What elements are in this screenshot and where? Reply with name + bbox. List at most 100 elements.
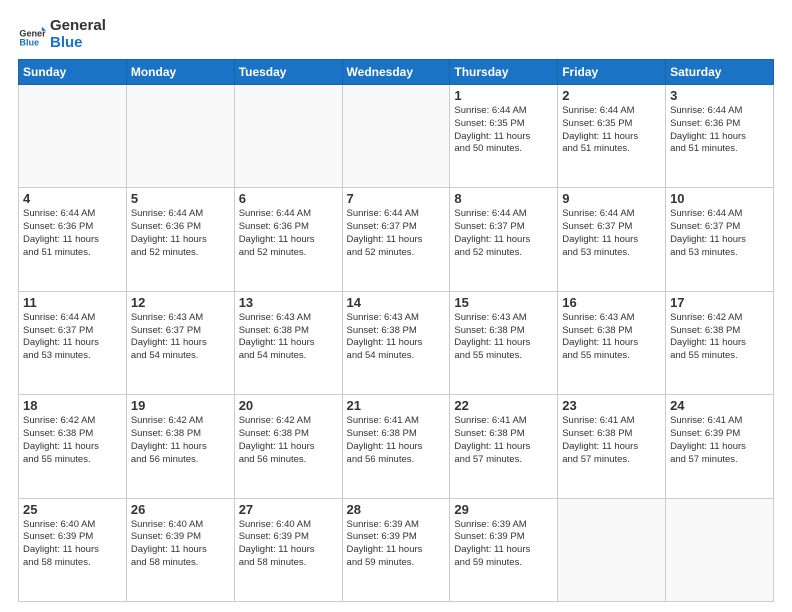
calendar-cell: 3 Sunrise: 6:44 AM Sunset: 6:36 PM Daylig… [666, 85, 774, 188]
calendar-cell: 7 Sunrise: 6:44 AM Sunset: 6:37 PM Daylig… [342, 188, 450, 291]
day-info: Sunrise: 6:44 AM Sunset: 6:37 PM Dayligh… [23, 312, 122, 363]
day-number: 5 [131, 191, 230, 206]
calendar-cell: 28 Sunrise: 6:39 AM Sunset: 6:39 PM Dayli… [342, 498, 450, 601]
day-info: Sunrise: 6:44 AM Sunset: 6:37 PM Dayligh… [454, 208, 553, 259]
day-number: 4 [23, 191, 122, 206]
day-number: 10 [670, 191, 769, 206]
day-number: 14 [347, 295, 446, 310]
day-number: 23 [562, 398, 661, 413]
logo-icon: General Blue [18, 21, 46, 49]
calendar-cell: 13Sunrise: 6:43 AM Sunset: 6:38 PM Dayli… [234, 291, 342, 394]
weekday-header-thursday: Thursday [450, 60, 558, 85]
header: General Blue General Blue [18, 18, 774, 51]
day-info: Sunrise: 6:42 AM Sunset: 6:38 PM Dayligh… [131, 415, 230, 466]
day-number: 7 [347, 191, 446, 206]
day-number: 1 [454, 88, 553, 103]
calendar-cell: 24 Sunrise: 6:41 AM Sunset: 6:39 PM Dayli… [666, 395, 774, 498]
calendar-cell: 6 Sunrise: 6:44 AM Sunset: 6:36 PM Daylig… [234, 188, 342, 291]
calendar-cell: 5Sunrise: 6:44 AM Sunset: 6:36 PM Daylig… [126, 188, 234, 291]
day-info: Sunrise: 6:44 AM Sunset: 6:36 PM Dayligh… [239, 208, 338, 259]
day-info: Sunrise: 6:41 AM Sunset: 6:38 PM Dayligh… [454, 415, 553, 466]
weekday-header-saturday: Saturday [666, 60, 774, 85]
day-info: Sunrise: 6:40 AM Sunset: 6:39 PM Dayligh… [239, 519, 338, 570]
logo-general-text: General [50, 18, 106, 35]
calendar-cell: 8 Sunrise: 6:44 AM Sunset: 6:37 PM Daylig… [450, 188, 558, 291]
day-number: 21 [347, 398, 446, 413]
day-info: Sunrise: 6:41 AM Sunset: 6:38 PM Dayligh… [347, 415, 446, 466]
day-number: 18 [23, 398, 122, 413]
day-number: 28 [347, 502, 446, 517]
day-info: Sunrise: 6:44 AM Sunset: 6:36 PM Dayligh… [23, 208, 122, 259]
day-info: Sunrise: 6:44 AM Sunset: 6:36 PM Dayligh… [670, 105, 769, 156]
day-number: 29 [454, 502, 553, 517]
day-number: 16 [562, 295, 661, 310]
day-info: Sunrise: 6:43 AM Sunset: 6:37 PM Dayligh… [131, 312, 230, 363]
day-number: 17 [670, 295, 769, 310]
day-number: 9 [562, 191, 661, 206]
day-info: Sunrise: 6:42 AM Sunset: 6:38 PM Dayligh… [670, 312, 769, 363]
calendar-cell: 12 Sunrise: 6:43 AM Sunset: 6:37 PM Dayli… [126, 291, 234, 394]
day-info: Sunrise: 6:41 AM Sunset: 6:38 PM Dayligh… [562, 415, 661, 466]
calendar-cell: 1 Sunrise: 6:44 AM Sunset: 6:35 PM Daylig… [450, 85, 558, 188]
weekday-header-wednesday: Wednesday [342, 60, 450, 85]
calendar-cell: 10 Sunrise: 6:44 AM Sunset: 6:37 PM Dayli… [666, 188, 774, 291]
day-info: Sunrise: 6:44 AM Sunset: 6:37 PM Dayligh… [562, 208, 661, 259]
logo: General Blue General Blue [18, 18, 106, 51]
calendar-cell: 17 Sunrise: 6:42 AM Sunset: 6:38 PM Dayli… [666, 291, 774, 394]
calendar-cell: 22Sunrise: 6:41 AM Sunset: 6:38 PM Dayli… [450, 395, 558, 498]
calendar-cell: 23 Sunrise: 6:41 AM Sunset: 6:38 PM Dayli… [558, 395, 666, 498]
day-number: 27 [239, 502, 338, 517]
day-info: Sunrise: 6:44 AM Sunset: 6:37 PM Dayligh… [347, 208, 446, 259]
day-info: Sunrise: 6:42 AM Sunset: 6:38 PM Dayligh… [23, 415, 122, 466]
day-info: Sunrise: 6:44 AM Sunset: 6:35 PM Dayligh… [562, 105, 661, 156]
svg-text:Blue: Blue [19, 37, 39, 47]
day-info: Sunrise: 6:40 AM Sunset: 6:39 PM Dayligh… [131, 519, 230, 570]
calendar-cell [558, 498, 666, 601]
calendar-cell: 27 Sunrise: 6:40 AM Sunset: 6:39 PM Dayli… [234, 498, 342, 601]
day-number: 25 [23, 502, 122, 517]
weekday-header-row: SundayMondayTuesdayWednesdayThursdayFrid… [19, 60, 774, 85]
day-number: 8 [454, 191, 553, 206]
day-info: Sunrise: 6:43 AM Sunset: 6:38 PM Dayligh… [454, 312, 553, 363]
day-info: Sunrise: 6:43 AM Sunset: 6:38 PM Dayligh… [239, 312, 338, 363]
day-info: Sunrise: 6:43 AM Sunset: 6:38 PM Dayligh… [347, 312, 446, 363]
week-row-1: 4 Sunrise: 6:44 AM Sunset: 6:36 PM Daylig… [19, 188, 774, 291]
week-row-4: 25 Sunrise: 6:40 AM Sunset: 6:39 PM Dayli… [19, 498, 774, 601]
day-info: Sunrise: 6:42 AM Sunset: 6:38 PM Dayligh… [239, 415, 338, 466]
calendar-cell [234, 85, 342, 188]
day-number: 15 [454, 295, 553, 310]
day-info: Sunrise: 6:40 AM Sunset: 6:39 PM Dayligh… [23, 519, 122, 570]
calendar-cell: 19Sunrise: 6:42 AM Sunset: 6:38 PM Dayli… [126, 395, 234, 498]
calendar-cell: 29Sunrise: 6:39 AM Sunset: 6:39 PM Dayli… [450, 498, 558, 601]
week-row-3: 18 Sunrise: 6:42 AM Sunset: 6:38 PM Dayli… [19, 395, 774, 498]
day-number: 24 [670, 398, 769, 413]
logo-blue-text: Blue [50, 35, 106, 52]
day-info: Sunrise: 6:41 AM Sunset: 6:39 PM Dayligh… [670, 415, 769, 466]
day-number: 26 [131, 502, 230, 517]
weekday-header-monday: Monday [126, 60, 234, 85]
calendar-cell: 15 Sunrise: 6:43 AM Sunset: 6:38 PM Dayli… [450, 291, 558, 394]
calendar-cell: 20 Sunrise: 6:42 AM Sunset: 6:38 PM Dayli… [234, 395, 342, 498]
weekday-header-tuesday: Tuesday [234, 60, 342, 85]
calendar-cell: 21 Sunrise: 6:41 AM Sunset: 6:38 PM Dayli… [342, 395, 450, 498]
day-info: Sunrise: 6:44 AM Sunset: 6:37 PM Dayligh… [670, 208, 769, 259]
day-number: 12 [131, 295, 230, 310]
calendar-cell: 2 Sunrise: 6:44 AM Sunset: 6:35 PM Daylig… [558, 85, 666, 188]
day-number: 3 [670, 88, 769, 103]
calendar-cell: 25 Sunrise: 6:40 AM Sunset: 6:39 PM Dayli… [19, 498, 127, 601]
day-number: 20 [239, 398, 338, 413]
calendar-table: SundayMondayTuesdayWednesdayThursdayFrid… [18, 59, 774, 602]
calendar-cell [19, 85, 127, 188]
calendar-cell: 11Sunrise: 6:44 AM Sunset: 6:37 PM Dayli… [19, 291, 127, 394]
day-info: Sunrise: 6:39 AM Sunset: 6:39 PM Dayligh… [347, 519, 446, 570]
calendar-cell: 4 Sunrise: 6:44 AM Sunset: 6:36 PM Daylig… [19, 188, 127, 291]
weekday-header-sunday: Sunday [19, 60, 127, 85]
day-number: 6 [239, 191, 338, 206]
day-info: Sunrise: 6:44 AM Sunset: 6:35 PM Dayligh… [454, 105, 553, 156]
calendar-cell: 18 Sunrise: 6:42 AM Sunset: 6:38 PM Dayli… [19, 395, 127, 498]
calendar-cell: 14 Sunrise: 6:43 AM Sunset: 6:38 PM Dayli… [342, 291, 450, 394]
calendar-cell [126, 85, 234, 188]
weekday-header-friday: Friday [558, 60, 666, 85]
day-number: 2 [562, 88, 661, 103]
week-row-0: 1 Sunrise: 6:44 AM Sunset: 6:35 PM Daylig… [19, 85, 774, 188]
